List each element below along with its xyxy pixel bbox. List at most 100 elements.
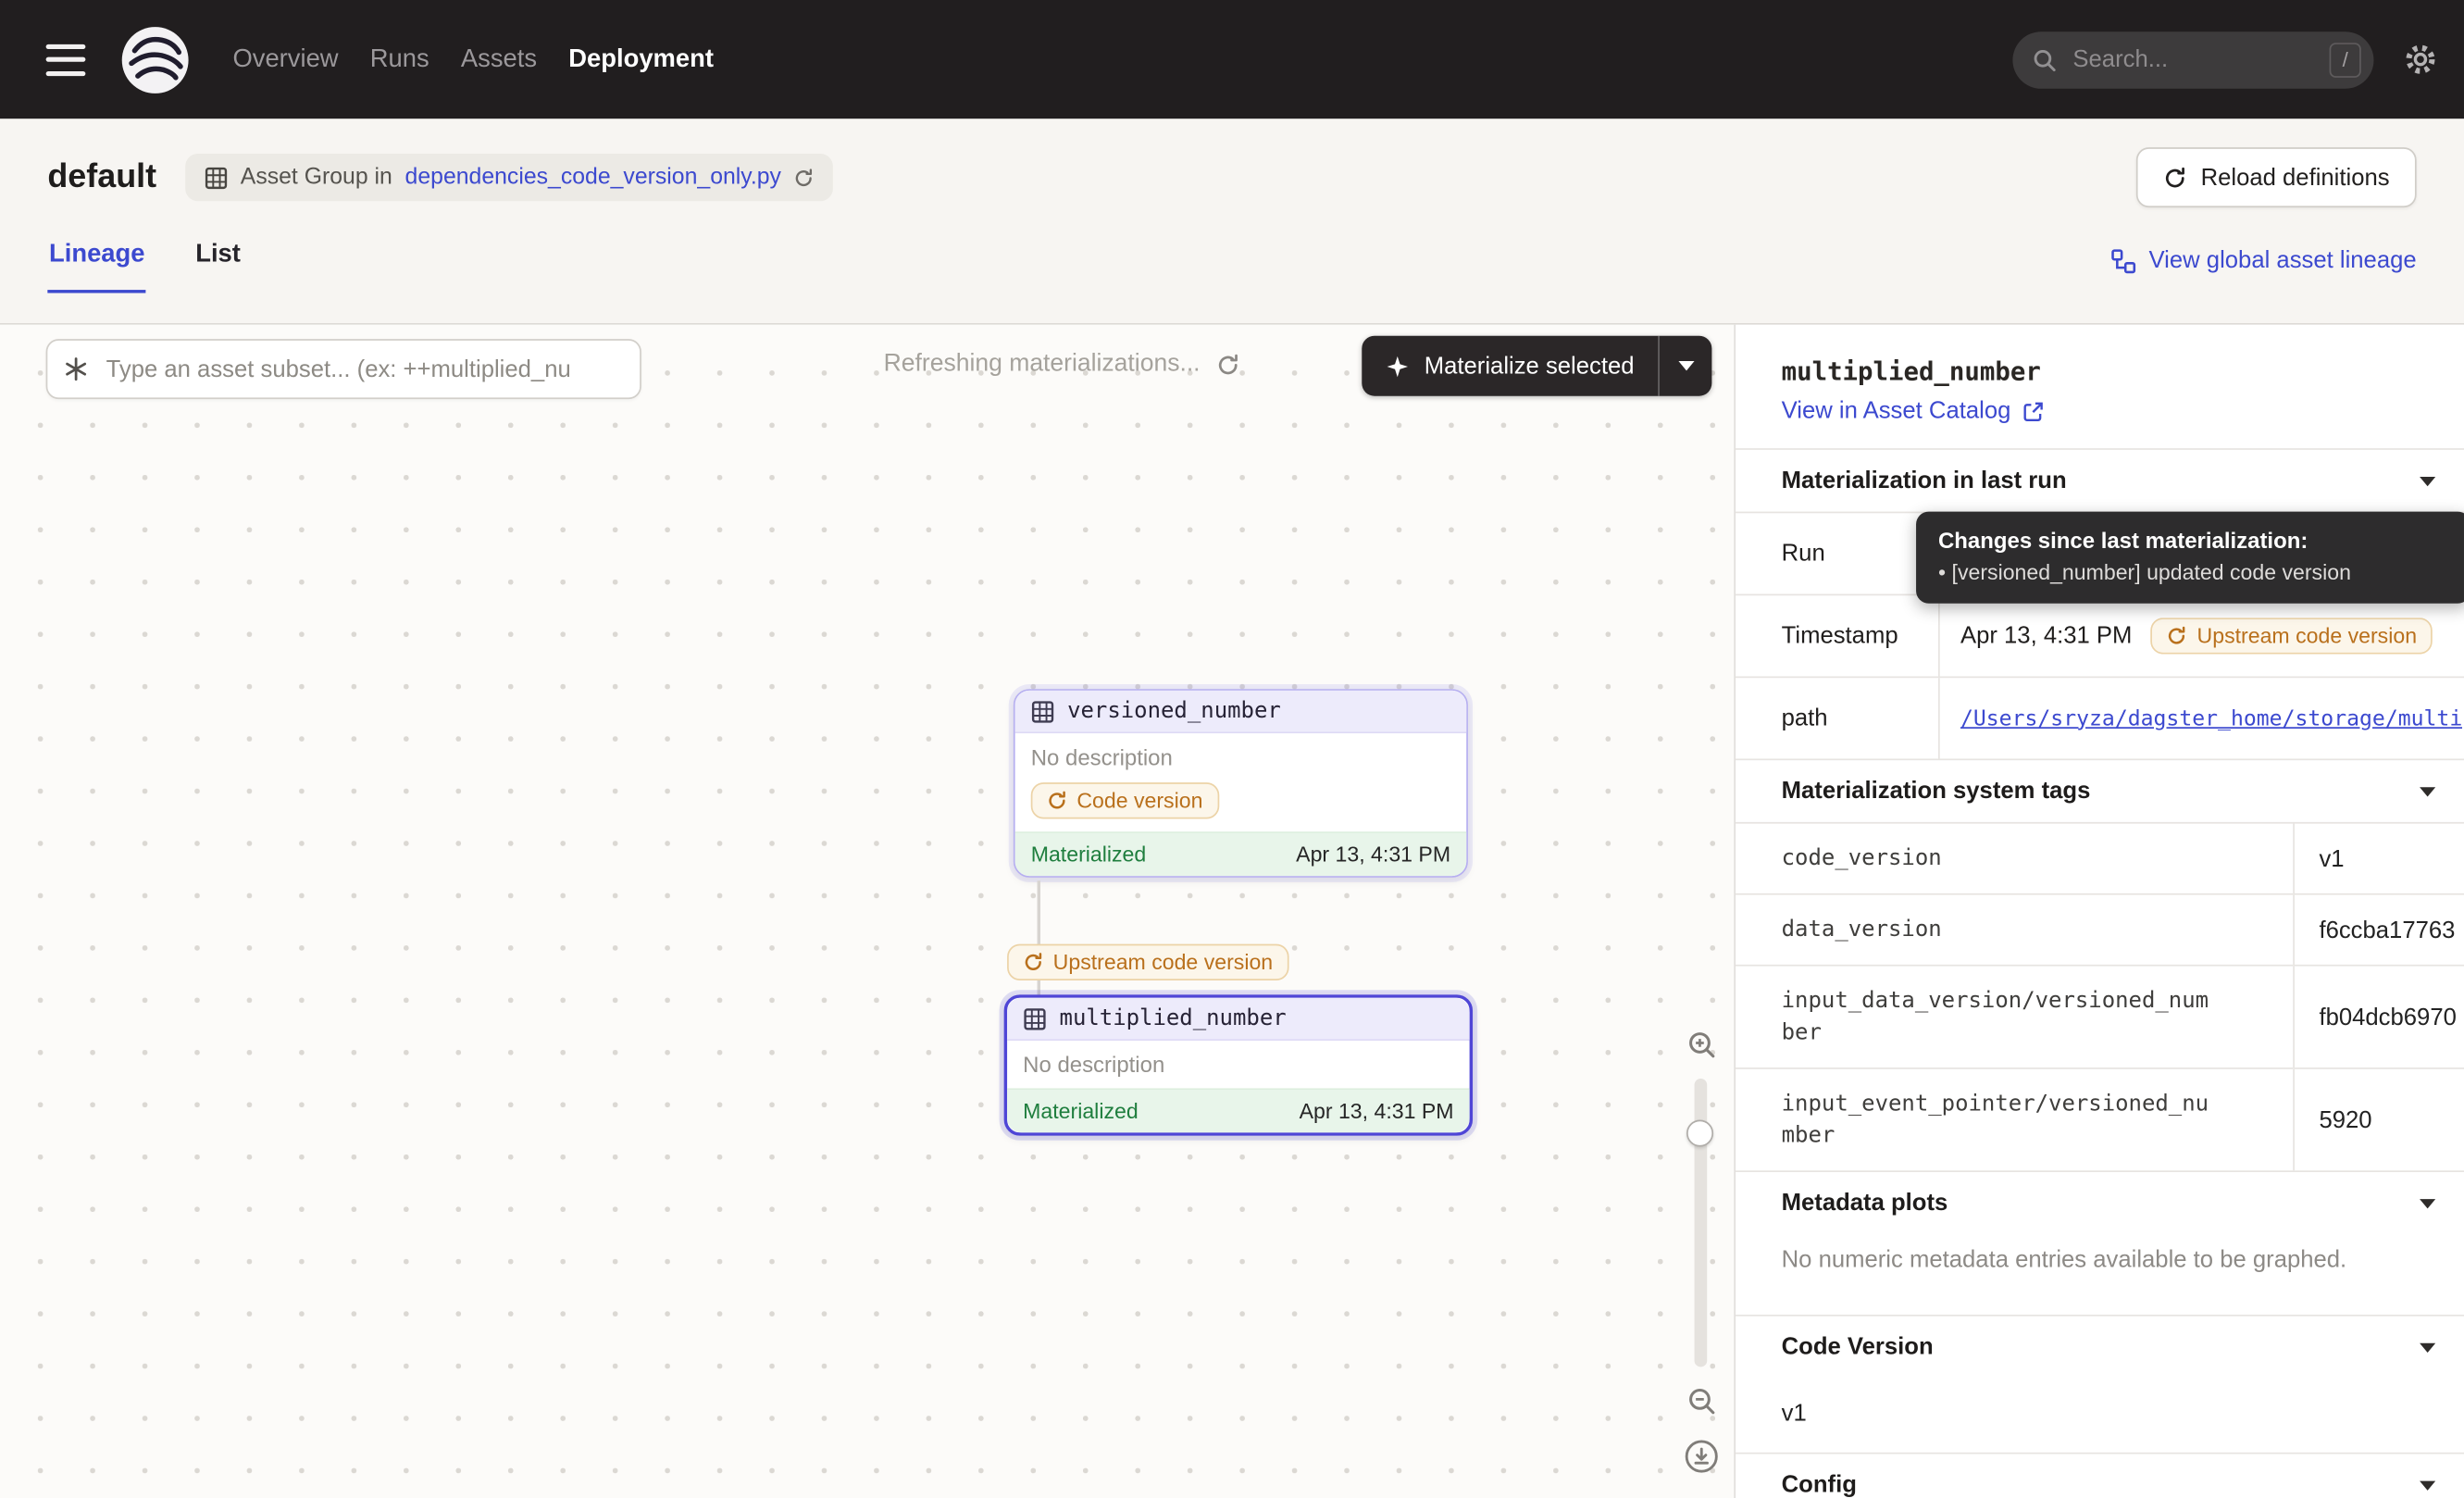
tag-value: f6ccba17763 [2293, 894, 2464, 966]
materialized-status: Materialized [1023, 1099, 1139, 1123]
tag-value: v1 [2293, 823, 2464, 894]
materialize-split-button: Materialize selected [1363, 336, 1711, 396]
dagster-logo-icon[interactable] [120, 25, 190, 94]
lineage-graph-icon [2110, 248, 2135, 273]
sparkle-icon [1387, 354, 1411, 378]
op-selector-icon [63, 356, 88, 381]
tag-value: fb04dcb6970 [2293, 966, 2464, 1068]
asset-subset-filter[interactable] [46, 339, 641, 399]
code-version-badge: Code version [1031, 782, 1219, 818]
tag-key: data_version [1736, 894, 2293, 966]
path-link[interactable]: /Users/sryza/dagster_home/storage/multip [1960, 705, 2464, 730]
code-version-icon [2167, 626, 2187, 646]
asset-subset-input[interactable] [103, 354, 624, 384]
search-shortcut-badge: / [2330, 42, 2361, 77]
refreshing-status: Refreshing materializations... [884, 350, 1240, 379]
chevron-down-icon [2420, 476, 2435, 485]
asset-group-grid-icon [204, 166, 228, 190]
tabs-row: Lineage List View global asset lineage [47, 217, 2416, 293]
tooltip-item: [versioned_number] updated code version [1938, 556, 2448, 589]
search-box[interactable]: / [2012, 31, 2373, 88]
asset-node-name: versioned_number [1067, 698, 1281, 723]
nav-overview[interactable]: Overview [232, 45, 338, 74]
search-icon [2032, 46, 2057, 71]
search-input[interactable] [2070, 44, 2317, 75]
zoom-slider-knob[interactable] [1686, 1120, 1713, 1147]
table-row: code_version v1 [1736, 823, 2464, 894]
timestamp-label: Timestamp [1736, 595, 1940, 676]
tag-key: code_version [1736, 823, 2293, 894]
materialize-selected-button[interactable]: Materialize selected [1363, 336, 1658, 396]
refresh-icon[interactable] [1216, 353, 1240, 377]
settings-gear-icon[interactable] [2402, 41, 2438, 77]
timestamp-row: Timestamp Apr 13, 4:31 PM Upstream code … [1736, 594, 2464, 677]
system-tags-table: code_version v1 data_version f6ccba17763… [1736, 822, 2464, 1170]
asset-node-description: No description [1007, 1041, 1470, 1088]
materialized-status: Materialized [1031, 843, 1147, 867]
asset-node-versioned-number[interactable]: versioned_number No description Code ver… [1014, 689, 1468, 878]
page-title: default [47, 158, 156, 196]
nav-deployment[interactable]: Deployment [568, 45, 714, 74]
section-materialization-in-last-run[interactable]: Materialization in last run [1736, 448, 2464, 511]
group-badge-prefix: Asset Group in [241, 165, 392, 190]
tab-lineage[interactable]: Lineage [47, 228, 146, 293]
materialized-timestamp: Apr 13, 4:31 PM [1296, 843, 1450, 867]
zoom-controls [1680, 1028, 1721, 1474]
top-nav: Overview Runs Assets Deployment / [0, 0, 2464, 119]
chevron-down-icon [2420, 1342, 2435, 1352]
table-row: input_data_version/versioned_number fb04… [1736, 966, 2464, 1068]
run-label: Run [1736, 513, 1940, 593]
asset-title: multiplied_number [1782, 356, 2420, 387]
path-label: path [1736, 678, 1940, 758]
section-config[interactable]: Config [1736, 1453, 2464, 1498]
table-asset-icon [1023, 1006, 1047, 1030]
zoom-in-icon[interactable] [1684, 1028, 1717, 1061]
asset-node-description: No description [1015, 733, 1467, 776]
reload-icon [2163, 166, 2187, 190]
nav-assets[interactable]: Assets [461, 45, 537, 74]
changes-tooltip: Changes since last materialization: [ver… [1916, 512, 2464, 604]
group-reload-icon[interactable] [794, 167, 815, 187]
materialize-dropdown-button[interactable] [1658, 336, 1711, 396]
download-view-icon[interactable] [1683, 1438, 1719, 1474]
chevron-down-icon [2420, 1198, 2435, 1207]
code-version-icon [1047, 791, 1067, 811]
dagster-app: Overview Runs Assets Deployment / defaul… [0, 0, 2464, 1498]
table-row: input_event_pointer/versioned_number 592… [1736, 1068, 2464, 1170]
code-version-icon [1023, 952, 1043, 972]
zoom-slider[interactable] [1695, 1079, 1708, 1367]
main-nav: Overview Runs Assets Deployment [232, 45, 713, 74]
tag-key: input_event_pointer/versioned_number [1736, 1068, 2293, 1170]
lineage-canvas[interactable]: Refreshing materializations... Materiali… [0, 325, 1734, 1498]
asset-group-badge: Asset Group in dependencies_code_version… [185, 154, 834, 201]
view-global-lineage-link[interactable]: View global asset lineage [2110, 247, 2416, 293]
upstream-code-version-badge: Upstream code version [1007, 944, 1288, 980]
section-system-tags[interactable]: Materialization system tags [1736, 758, 2464, 821]
metadata-plots-empty-text: No numeric metadata entries available to… [1736, 1234, 2464, 1315]
page-header: default Asset Group in dependencies_code… [0, 119, 2464, 324]
group-file-link[interactable]: dependencies_code_version_only.py [405, 165, 781, 190]
tag-key: input_data_version/versioned_number [1736, 966, 2293, 1068]
external-link-icon [2022, 400, 2044, 422]
section-metadata-plots[interactable]: Metadata plots [1736, 1170, 2464, 1233]
upstream-code-version-badge: Upstream code version [2151, 618, 2433, 654]
section-code-version[interactable]: Code Version [1736, 1315, 2464, 1378]
nav-runs[interactable]: Runs [370, 45, 429, 74]
tooltip-title: Changes since last materialization: [1938, 526, 2448, 556]
zoom-out-icon[interactable] [1684, 1384, 1717, 1417]
timestamp-value: Apr 13, 4:31 PM [1960, 622, 2132, 649]
tag-value: 5920 [2293, 1068, 2464, 1170]
code-version-value: v1 [1736, 1378, 2464, 1452]
asset-node-name: multiplied_number [1060, 1005, 1287, 1030]
chevron-down-icon [2420, 786, 2435, 795]
reload-definitions-button[interactable]: Reload definitions [2135, 147, 2416, 207]
path-row: path /Users/sryza/dagster_home/storage/m… [1736, 677, 2464, 759]
chevron-down-icon [1678, 361, 1694, 370]
tab-list[interactable]: List [194, 228, 243, 293]
table-asset-icon [1031, 699, 1055, 723]
chevron-down-icon [2420, 1480, 2435, 1490]
menu-icon[interactable] [43, 37, 89, 81]
asset-node-multiplied-number[interactable]: multiplied_number No description Materia… [1004, 994, 1473, 1135]
view-in-catalog-link[interactable]: View in Asset Catalog [1782, 397, 2045, 424]
table-row: data_version f6ccba17763 [1736, 894, 2464, 966]
